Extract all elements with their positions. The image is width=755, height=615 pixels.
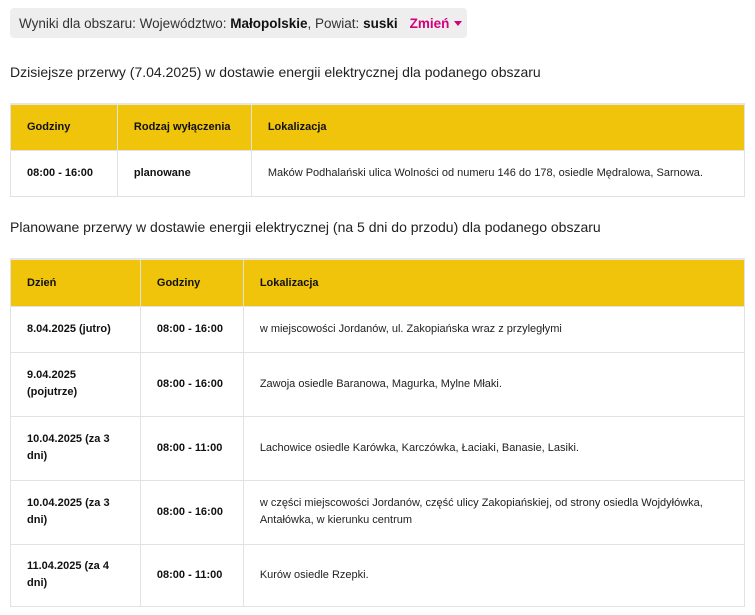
today-outages-heading: Dzisiejsze przerwy (7.04.2025) w dostawi… (10, 64, 541, 80)
table-row: 10.04.2025 (za 3 dni) 08:00 - 11:00 Lach… (10, 415, 746, 481)
cell-location: w części miejscowości Jordanów, część ul… (242, 479, 746, 545)
table-row: 8.04.2025 (jutro) 08:00 - 16:00 w miejsc… (10, 305, 746, 353)
cell-location: Zawoja osiedle Baranowa, Magurka, Mylne … (242, 351, 746, 417)
cell-day: 10.04.2025 (za 3 dni) (10, 415, 141, 481)
cell-hours: 08:00 - 11:00 (139, 415, 244, 481)
cell-hours: 08:00 - 16:00 (139, 305, 244, 353)
cell-day: 8.04.2025 (jutro) (10, 305, 141, 353)
col-header-hours: Godziny (10, 103, 118, 151)
cell-hours: 08:00 - 16:00 (139, 479, 244, 545)
col-header-location: Lokalizacja (250, 103, 746, 151)
cell-day: 10.04.2025 (za 3 dni) (10, 479, 141, 545)
change-area-button[interactable]: Zmień (410, 16, 463, 31)
filter-prefix: Wyniki dla obszaru: Województwo: (19, 15, 227, 31)
table-row: 08:00 - 16:00 planowane Maków Podhalańsk… (10, 149, 746, 197)
table-header-row: Dzień Godziny Lokalizacja (10, 258, 746, 307)
table-row: 10.04.2025 (za 3 dni) 08:00 - 16:00 w cz… (10, 479, 746, 545)
col-header-hours: Godziny (139, 258, 244, 307)
today-outages-table: Godziny Rodzaj wyłączenia Lokalizacja 08… (10, 103, 746, 197)
cell-type: planowane (116, 149, 252, 197)
table-header-row: Godziny Rodzaj wyłączenia Lokalizacja (10, 103, 746, 151)
table-row: 11.04.2025 (za 4 dni) 08:00 - 11:00 Kuró… (10, 543, 746, 607)
planned-outages-table: Dzień Godziny Lokalizacja 8.04.2025 (jut… (10, 258, 746, 607)
cell-location: Maków Podhalański ulica Wolności od nume… (250, 149, 746, 197)
filter-voivodeship: Małopolskie (230, 15, 308, 31)
filter-mid: , Powiat: (307, 15, 360, 31)
cell-hours: 08:00 - 16:00 (10, 149, 118, 197)
col-header-location: Lokalizacja (242, 258, 746, 307)
planned-outages-heading: Planowane przerwy w dostawie energii ele… (10, 219, 601, 235)
table-row: 9.04.2025 (pojutrze) 08:00 - 16:00 Zawoj… (10, 351, 746, 417)
change-area-label: Zmień (409, 15, 450, 31)
cell-location: Lachowice osiedle Karówka, Karczówka, Ła… (242, 415, 746, 481)
filter-county: suski (363, 15, 398, 31)
cell-hours: 08:00 - 11:00 (139, 543, 244, 607)
area-filter-bar: Wyniki dla obszaru: Województwo: Małopol… (10, 8, 467, 38)
col-header-day: Dzień (10, 258, 141, 307)
cell-location: Kurów osiedle Rzepki. (242, 543, 746, 607)
cell-day: 11.04.2025 (za 4 dni) (10, 543, 141, 607)
cell-hours: 08:00 - 16:00 (139, 351, 244, 417)
cell-day: 9.04.2025 (pojutrze) (10, 351, 141, 417)
cell-location: w miejscowości Jordanów, ul. Zakopiańska… (242, 305, 746, 353)
caret-down-icon (454, 21, 463, 26)
col-header-type: Rodzaj wyłączenia (116, 103, 252, 151)
